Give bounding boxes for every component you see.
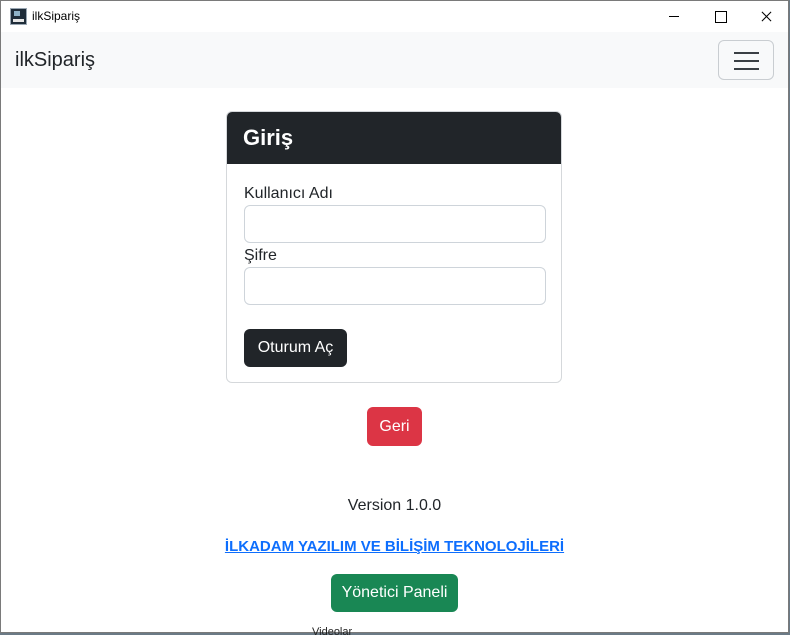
hamburger-icon (734, 60, 759, 62)
navbar-toggler-button[interactable] (718, 40, 774, 80)
app-icon (10, 8, 27, 25)
window-title: ilkSipariş (32, 9, 81, 23)
navbar: ilkSipariş (1, 32, 788, 88)
password-input[interactable] (244, 267, 546, 305)
back-button[interactable]: Geri (367, 407, 422, 446)
password-label: Şifre (244, 247, 277, 264)
company-link[interactable]: İLKADAM YAZILIM VE BİLİŞİM TEKNOLOJİLERİ (1, 538, 788, 555)
maximize-icon[interactable] (697, 1, 743, 31)
hamburger-icon (734, 52, 759, 54)
version-text: Version 1.0.0 (347, 497, 442, 514)
login-card-header: Giriş (227, 112, 561, 164)
title-bar[interactable]: ilkSipariş (1, 1, 788, 31)
admin-panel-button[interactable]: Yönetici Paneli (331, 574, 458, 612)
username-label: Kullanıcı Adı (244, 185, 333, 202)
minimize-icon[interactable] (651, 1, 697, 31)
navbar-brand[interactable]: ilkSipariş (15, 49, 95, 72)
username-input[interactable] (244, 205, 546, 243)
close-icon[interactable] (743, 1, 788, 31)
login-button[interactable]: Oturum Aç (244, 329, 347, 367)
background-window-text: Videolar (312, 626, 353, 635)
app-window: ilkSipariş ilkSipariş Giriş Kullanıcı Ad… (0, 0, 789, 633)
login-card: Giriş Kullanıcı Adı Şifre Oturum Aç (226, 111, 562, 383)
hamburger-icon (734, 68, 759, 70)
